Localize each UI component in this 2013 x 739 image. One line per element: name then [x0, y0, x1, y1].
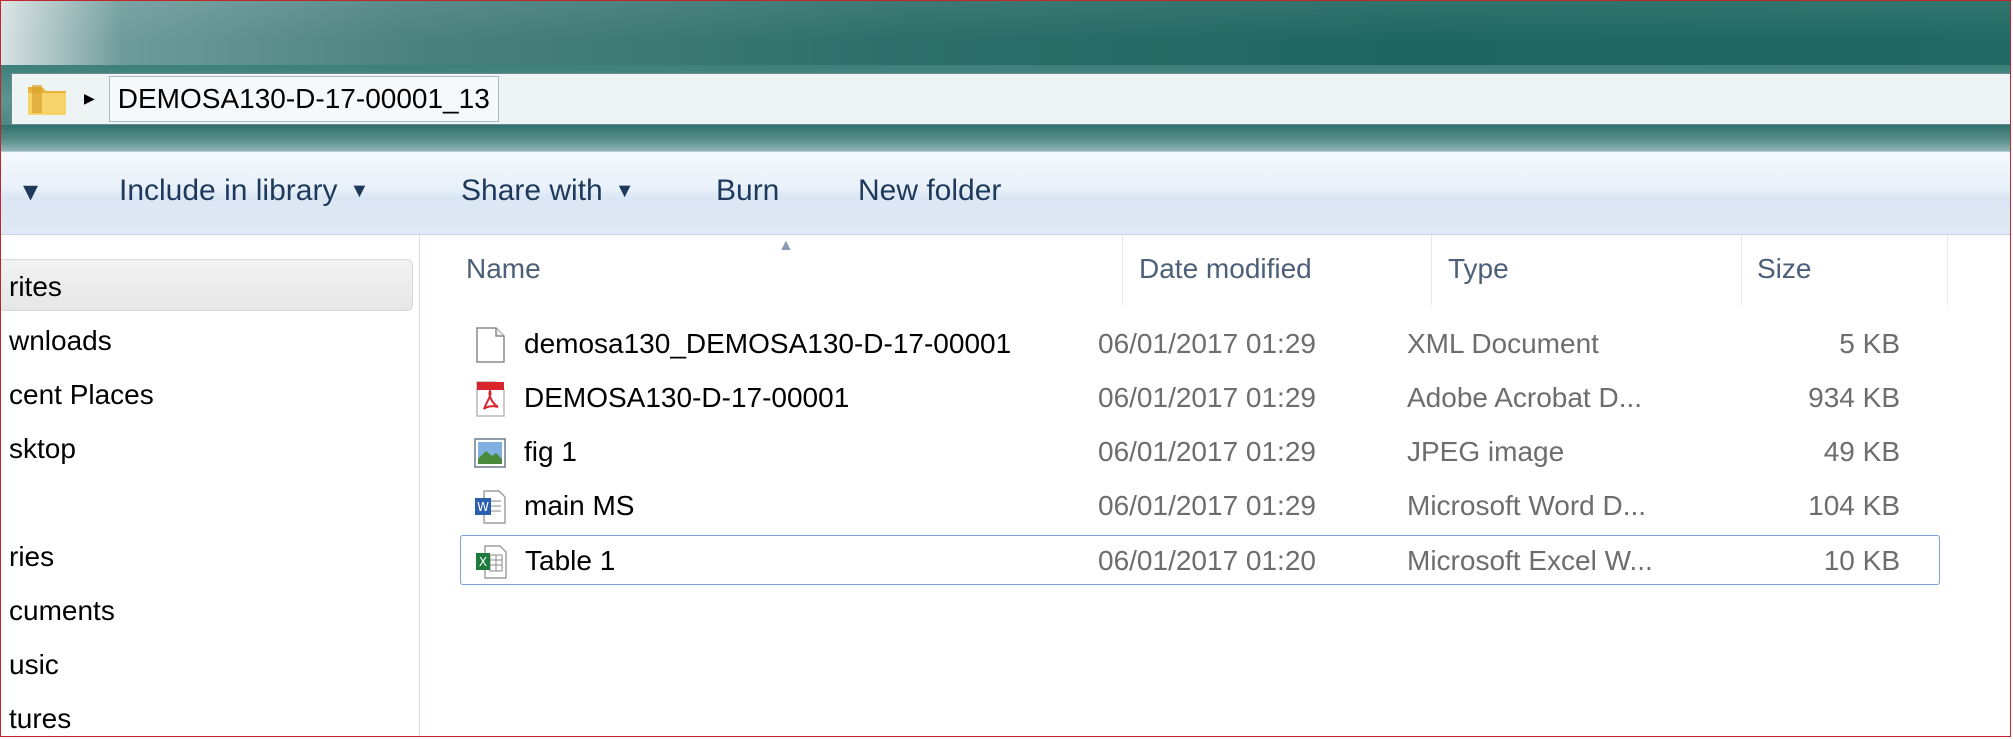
file-name: fig 1	[524, 436, 577, 467]
column-divider[interactable]	[1431, 235, 1432, 305]
file-date: 06/01/2017 01:29	[1098, 490, 1316, 521]
file-row[interactable]: fig 1 06/01/2017 01:29 JPEG image 49 KB	[460, 427, 1960, 477]
column-divider[interactable]	[1122, 235, 1123, 305]
new-folder-button[interactable]: New folder	[858, 174, 1001, 208]
nav-item-music[interactable]: usic	[9, 649, 59, 681]
xml-file-icon	[474, 327, 506, 363]
file-type: XML Document	[1407, 328, 1599, 359]
file-size: 49 KB	[1823, 436, 1900, 467]
aero-strip	[1, 125, 2010, 151]
file-name: DEMOSA130-D-17-00001	[524, 382, 850, 413]
file-row[interactable]: demosa130_DEMOSA130-D-17-00001 06/01/201…	[460, 319, 1960, 369]
excel-file-icon: X	[475, 544, 507, 580]
file-size: 934 KB	[1808, 382, 1900, 413]
file-date: 06/01/2017 01:29	[1098, 382, 1316, 413]
file-list: ▲ Name Date modified Type Size demosa130…	[420, 235, 2010, 736]
word-file-icon: W	[474, 489, 506, 525]
file-name: main MS	[524, 490, 635, 521]
file-size: 10 KB	[1823, 545, 1900, 576]
file-row-focused[interactable]: X Table 1 06/01/2017 01:20 Microsoft Exc…	[460, 535, 1940, 585]
file-type: Microsoft Word D...	[1407, 490, 1647, 521]
file-type: Microsoft Excel W...	[1407, 545, 1653, 576]
breadcrumb-current-folder[interactable]: DEMOSA130-D-17-00001_13	[108, 76, 499, 122]
share-with-label: Share with	[461, 174, 603, 207]
file-size: 5 KB	[1839, 328, 1900, 359]
nav-item-desktop[interactable]: sktop	[9, 433, 76, 465]
nav-item-recent-places[interactable]: cent Places	[9, 379, 154, 411]
nav-item-favorites[interactable]: rites	[9, 271, 62, 303]
column-divider[interactable]	[1947, 235, 1948, 305]
file-type: Adobe Acrobat D...	[1407, 382, 1643, 413]
chevron-down-icon: ▼	[614, 180, 635, 202]
file-size: 104 KB	[1808, 490, 1900, 521]
navigation-pane: rites wnloads cent Places sktop ries cum…	[1, 235, 420, 736]
include-in-library-button[interactable]: Include in library ▼	[119, 174, 369, 208]
nav-selection-highlight	[1, 259, 413, 311]
nav-item-libraries[interactable]: ries	[9, 541, 54, 573]
column-header-size[interactable]: Size	[1757, 253, 1811, 285]
svg-text:W: W	[477, 500, 489, 514]
column-header-type[interactable]: Type	[1448, 253, 1509, 285]
organize-dropdown-icon[interactable]: ▾	[23, 174, 38, 209]
file-name: demosa130_DEMOSA130-D-17-00001	[524, 328, 1012, 359]
file-date: 06/01/2017 01:29	[1098, 436, 1316, 467]
chevron-down-icon: ▼	[349, 180, 370, 202]
breadcrumb-arrow-icon[interactable]: ▶	[84, 91, 95, 107]
file-type: JPEG image	[1407, 436, 1565, 467]
image-file-icon	[474, 435, 506, 471]
file-row[interactable]: DEMOSA130-D-17-00001 06/01/2017 01:29 Ad…	[460, 373, 1960, 423]
file-name: Table 1	[525, 545, 616, 576]
command-bar: ▾ Include in library ▼ Share with ▼ Burn N…	[1, 151, 2010, 235]
column-divider[interactable]	[1741, 235, 1742, 305]
file-row[interactable]: W main MS 06/01/2017 01:29 Microsoft Wor…	[460, 481, 1960, 531]
burn-button[interactable]: Burn	[716, 174, 779, 208]
column-header-date-modified[interactable]: Date modified	[1139, 253, 1312, 285]
svg-text:X: X	[479, 555, 487, 569]
folder-icon	[26, 81, 68, 117]
share-with-button[interactable]: Share with ▼	[461, 174, 635, 208]
file-date: 06/01/2017 01:29	[1098, 328, 1316, 359]
pdf-file-icon	[474, 381, 506, 417]
file-date: 06/01/2017 01:20	[1098, 545, 1316, 576]
nav-item-downloads[interactable]: wnloads	[9, 325, 112, 357]
column-header-name[interactable]: Name	[466, 253, 541, 285]
address-bar[interactable]: ▶ DEMOSA130-D-17-00001_13	[11, 73, 2010, 125]
include-in-library-label: Include in library	[119, 174, 338, 207]
sort-ascending-icon: ▲	[778, 237, 794, 254]
nav-item-pictures[interactable]: tures	[9, 703, 71, 735]
explorer-window: ▶ DEMOSA130-D-17-00001_13 ▾ Include in l…	[0, 0, 2011, 737]
nav-item-documents[interactable]: cuments	[9, 595, 115, 627]
